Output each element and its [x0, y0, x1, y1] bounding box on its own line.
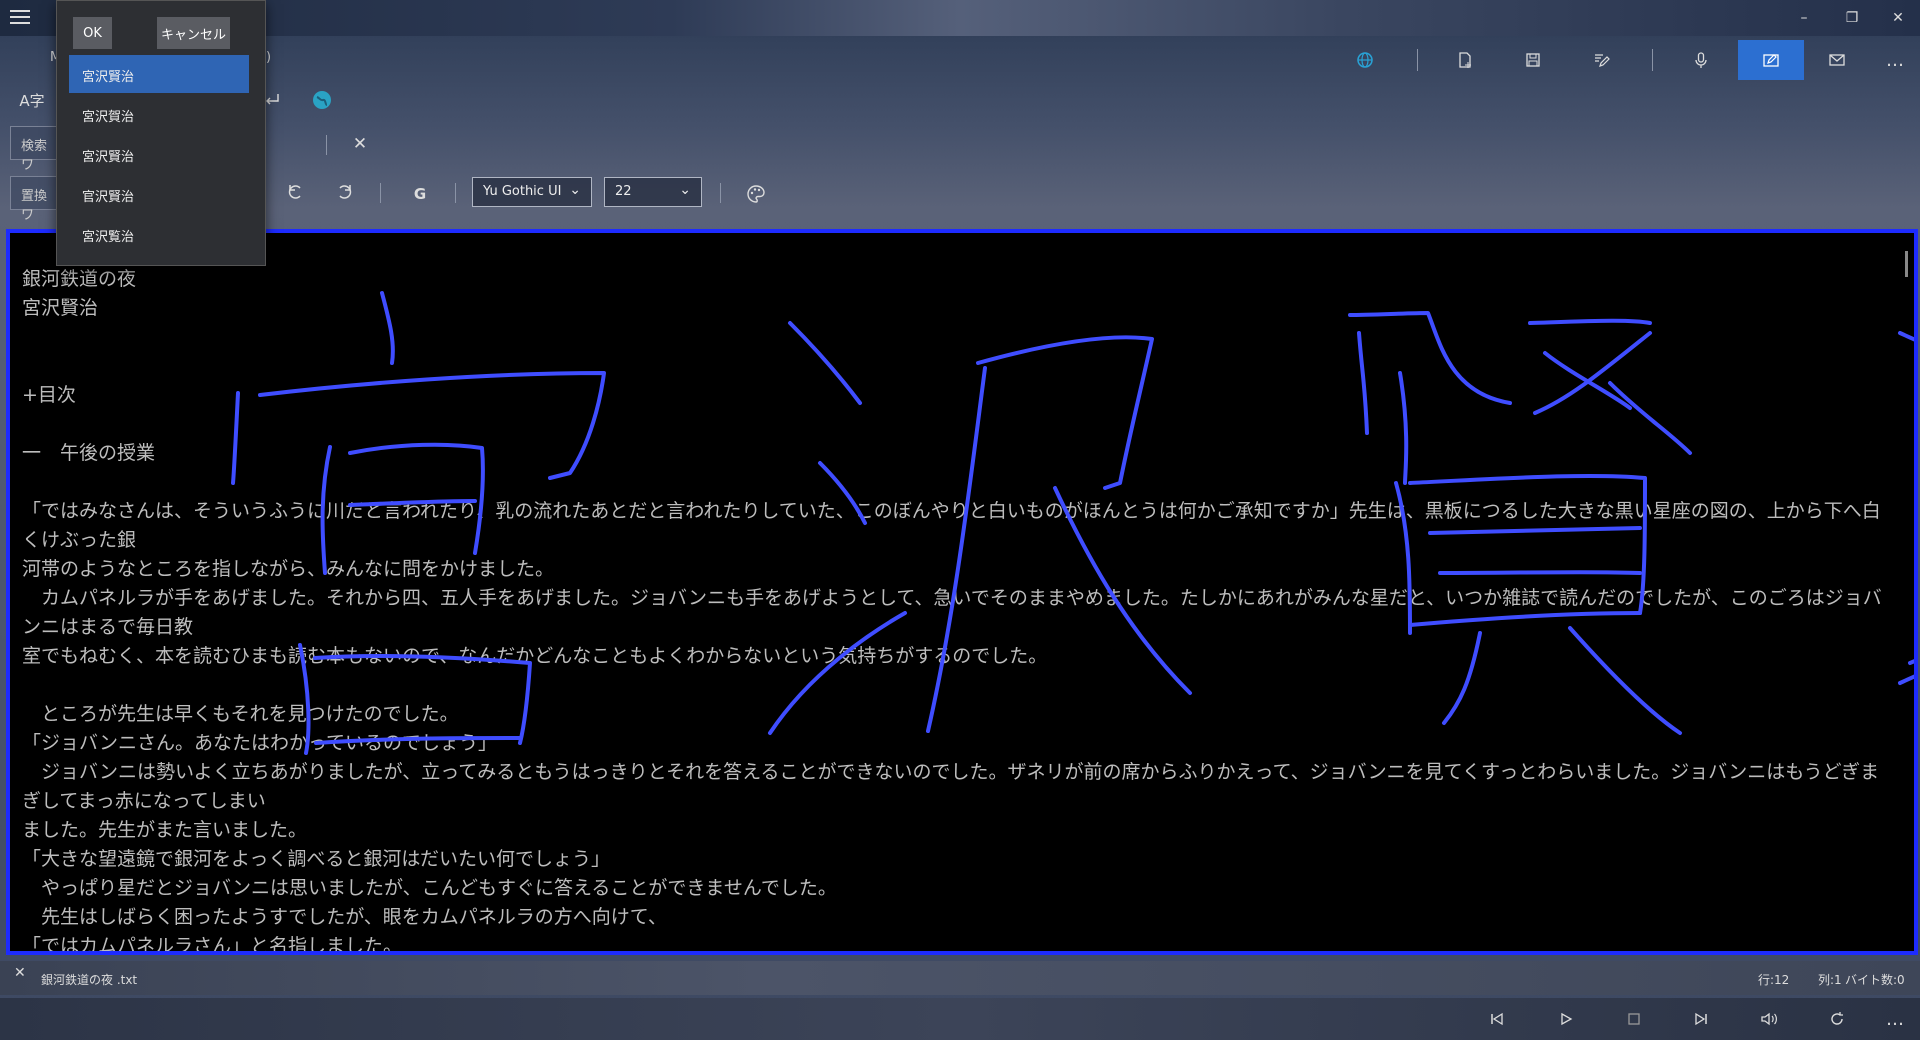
microphone-icon[interactable] — [1668, 40, 1734, 80]
separator — [455, 183, 456, 203]
ime-candidate[interactable]: 宮沢賢治 — [69, 55, 249, 93]
line-indicator: 行:12 — [1758, 973, 1790, 987]
globe-icon[interactable] — [1332, 40, 1398, 80]
separator — [720, 183, 721, 203]
replace-input[interactable]: 置換ワ — [10, 176, 60, 223]
editor-line: 銀河鉄道の夜 — [22, 268, 137, 290]
column-indicator: 列:1 — [1818, 973, 1842, 987]
title-bar: – ❐ ✕ — [0, 0, 1920, 36]
editor-line: 先生はしばらく困ったようすでしたが、眼をカムパネルラの方へ向けて、 — [22, 906, 667, 928]
search-input[interactable]: 検索ワ — [10, 126, 60, 173]
separator — [380, 183, 381, 203]
editor-line: ジョバンニは勢いよく立ちあがりましたが、立ってみるともうはっきりとそれを答えるこ… — [22, 761, 1880, 812]
editor-line: 河帯のようなところを指しながら、みんなに問をかけました。 — [22, 558, 555, 580]
restore-button[interactable]: ❐ — [1832, 6, 1872, 30]
ime-candidate[interactable]: 宮沢賀治 — [69, 95, 249, 133]
font-size-value: 22 — [615, 184, 632, 199]
new-file-icon[interactable] — [1432, 40, 1498, 80]
editor-line: 「ジョバンニさん。あなたはわかっているのでしょう」 — [22, 732, 498, 754]
file-name[interactable]: 銀河鉄道の夜 .txt — [41, 971, 137, 988]
editor-line: 一 午後の授業 — [22, 442, 156, 464]
ruby-icon[interactable]: A字 — [16, 84, 48, 116]
palette-icon[interactable] — [740, 178, 772, 210]
chevron-down-icon: ⌄ — [679, 182, 691, 198]
editor-line: 宮沢賢治 — [22, 297, 99, 319]
ime-cancel-button[interactable]: キャンセル — [157, 17, 230, 49]
font-size-select[interactable]: 22 ⌄ — [604, 177, 702, 207]
formatting-row: A字 — [0, 82, 1920, 122]
separator — [326, 135, 327, 155]
volume-icon[interactable] — [1754, 1006, 1784, 1032]
font-family-select[interactable]: Yu Gothic UI ⌄ — [472, 177, 592, 207]
redo-icon[interactable] — [328, 176, 360, 208]
editor-line: ところが先生は早くもそれを見つけたのでした。 — [22, 703, 459, 725]
repeat-icon[interactable] — [1822, 1006, 1852, 1032]
separator — [1652, 49, 1653, 71]
ime-candidate[interactable]: 官沢賢治 — [69, 175, 249, 213]
text-editor[interactable]: 銀河鉄道の夜 宮沢賢治 +目次 一 午後の授業 「ではみなさんは、そういうふうに川… — [6, 229, 1918, 955]
editor-content[interactable]: 銀河鉄道の夜 宮沢賢治 +目次 一 午後の授業 「ではみなさんは、そういうふうに川… — [22, 265, 1884, 955]
chevron-down-icon: ⌄ — [569, 182, 581, 198]
status-bar: ✕ 銀河鉄道の夜 .txt 行:12 列:1 バイト数:0 — [0, 961, 1920, 995]
save-icon[interactable] — [1500, 40, 1566, 80]
window-title-suffix: ) — [266, 50, 272, 65]
editor-line: やっぱり星だとジョバンニは思いましたが、こんどもすぐに答えることができませんでし… — [22, 877, 837, 899]
play-icon[interactable] — [1551, 1006, 1581, 1032]
close-button[interactable]: ✕ — [1878, 6, 1918, 30]
edit-icon[interactable] — [1568, 40, 1634, 80]
editor-line: +目次 — [22, 384, 76, 406]
skip-forward-icon[interactable] — [1686, 1006, 1716, 1032]
scrollbar-thumb[interactable] — [1905, 251, 1908, 277]
minimize-button[interactable]: – — [1784, 6, 1824, 30]
editor-line: 「ではカムパネルラさん」と名指しました。 — [22, 935, 403, 955]
bold-icon[interactable]: G — [404, 178, 436, 210]
ime-candidate[interactable]: 宮沢覧治 — [69, 215, 249, 253]
font-family-value: Yu Gothic UI — [483, 184, 562, 199]
close-search-icon[interactable]: ✕ — [344, 128, 376, 160]
separator — [1417, 49, 1418, 71]
translate-globe-icon[interactable] — [306, 84, 338, 116]
ime-ok-button[interactable]: OK — [73, 17, 112, 49]
editor-line: 「ではみなさんは、そういうふうに川だと言われたり、乳の流れたあとだと言われたりし… — [22, 500, 1881, 551]
hamburger-icon[interactable] — [10, 10, 30, 26]
mail-icon[interactable] — [1804, 40, 1870, 80]
playback-bar: … — [0, 998, 1920, 1040]
more-icon[interactable]: … — [1862, 40, 1920, 80]
stop-icon[interactable] — [1619, 1006, 1649, 1032]
editor-line: ました。先生がまた言いました。 — [22, 819, 308, 841]
close-tab-icon[interactable]: ✕ — [14, 965, 26, 981]
editor-line: 室でもねむく、本を読むひまも読む本もないので、なんだかどんなこともよくわからない… — [22, 645, 1048, 667]
ime-candidate[interactable]: 宮沢賢治 — [69, 135, 249, 173]
byte-count: バイト数:0 — [1845, 973, 1905, 987]
editor-line: 「大きな望遠鏡で銀河をよっく調べると銀河はだいたい何でしょう」 — [22, 848, 611, 870]
undo-icon[interactable] — [280, 176, 312, 208]
ime-candidate-window: OK キャンセル 宮沢賢治 宮沢賀治 宮沢賢治 官沢賢治 宮沢覧治 — [56, 0, 266, 266]
more-icon[interactable]: … — [1880, 1006, 1910, 1032]
handwriting-icon[interactable] — [1738, 40, 1804, 80]
skip-back-icon[interactable] — [1482, 1006, 1512, 1032]
editor-line: カムパネルラが手をあげました。それから四、五人手をあげました。ジョバンニも手をあ… — [22, 587, 1882, 638]
